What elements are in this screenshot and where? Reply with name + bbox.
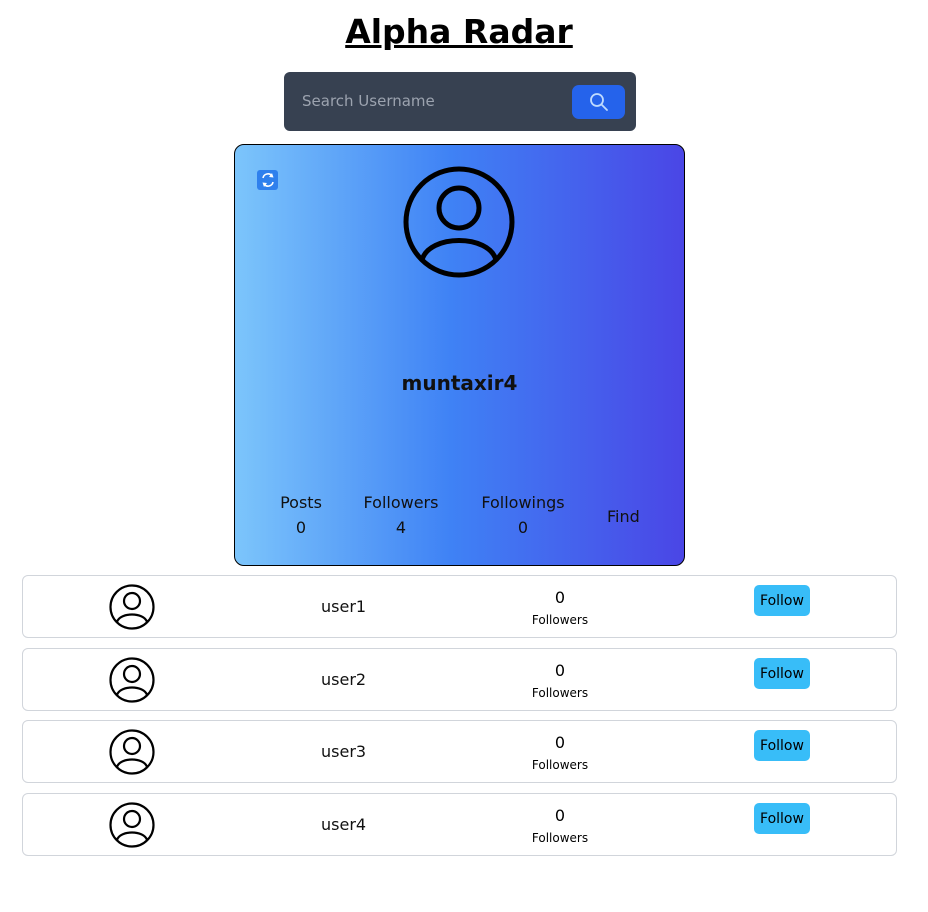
follower-label: Followers bbox=[531, 831, 589, 845]
stat-posts: Posts 0 bbox=[278, 493, 324, 537]
follow-button[interactable]: Follow bbox=[754, 658, 810, 689]
user-row: user4 0 Followers Follow bbox=[22, 793, 897, 856]
find-link[interactable]: Find bbox=[607, 507, 640, 526]
profile-card: muntaxir4 Posts 0 Followers 4 Followings… bbox=[234, 144, 685, 566]
stat-value: 0 bbox=[295, 518, 307, 537]
stat-value: 4 bbox=[395, 518, 407, 537]
search-bar bbox=[284, 72, 636, 131]
page-title: Alpha Radar bbox=[345, 12, 573, 51]
follower-count: 0 bbox=[554, 588, 566, 607]
stat-value: 0 bbox=[517, 518, 529, 537]
follower-count: 0 bbox=[554, 806, 566, 825]
stat-followers[interactable]: Followers 4 bbox=[361, 493, 441, 537]
user-avatar-icon bbox=[109, 729, 155, 775]
user-row: user1 0 Followers Follow bbox=[22, 575, 897, 638]
user-row: user2 0 Followers Follow bbox=[22, 648, 897, 711]
user-name[interactable]: user1 bbox=[321, 597, 366, 616]
profile-username: muntaxir4 bbox=[401, 371, 518, 395]
user-name[interactable]: user3 bbox=[321, 742, 366, 761]
follow-button[interactable]: Follow bbox=[754, 585, 810, 616]
search-input[interactable] bbox=[296, 88, 558, 114]
follower-label: Followers bbox=[531, 613, 589, 627]
stat-followings[interactable]: Followings 0 bbox=[479, 493, 567, 537]
user-avatar-icon bbox=[109, 657, 155, 703]
user-name[interactable]: user2 bbox=[321, 670, 366, 689]
user-row: user3 0 Followers Follow bbox=[22, 720, 897, 783]
follow-button[interactable]: Follow bbox=[754, 730, 810, 761]
follower-count: 0 bbox=[554, 661, 566, 680]
search-icon bbox=[589, 93, 608, 111]
user-avatar-icon bbox=[109, 584, 155, 630]
user-avatar-icon bbox=[109, 802, 155, 848]
user-name[interactable]: user4 bbox=[321, 815, 366, 834]
stat-label: Posts bbox=[280, 493, 322, 512]
refresh-button[interactable] bbox=[257, 170, 278, 190]
stat-label: Followings bbox=[481, 493, 565, 512]
search-button[interactable] bbox=[572, 85, 625, 119]
follow-button[interactable]: Follow bbox=[754, 803, 810, 834]
follower-label: Followers bbox=[531, 758, 589, 772]
stat-label: Followers bbox=[363, 493, 439, 512]
refresh-icon bbox=[261, 173, 274, 187]
follower-count: 0 bbox=[554, 733, 566, 752]
profile-avatar-icon bbox=[403, 166, 515, 278]
follower-label: Followers bbox=[531, 686, 589, 700]
